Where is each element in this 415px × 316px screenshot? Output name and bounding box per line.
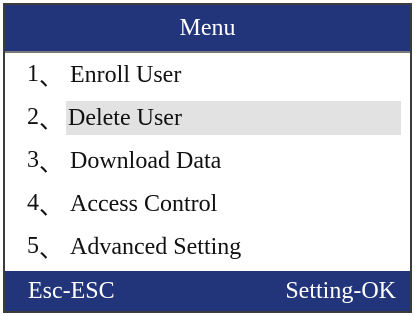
menu-item-label: Advanced Setting [70,233,242,260]
menu-item-advanced-setting[interactable]: 5 、 Advanced Setting [5,225,410,268]
page-title: Menu [179,14,236,41]
menu-item-separator: 、 [39,237,63,263]
esc-hint[interactable]: Esc-ESC [28,278,115,305]
menu-item-access-control[interactable]: 4 、 Access Control [5,182,410,225]
menu-item-number: 4 [27,190,39,216]
menu-item-label: Download Data [70,147,222,174]
menu-item-separator: 、 [39,65,63,91]
ok-hint[interactable]: Setting-OK [285,278,396,305]
menu-item-number: 1 [27,61,39,87]
menu-item-number: 3 [27,147,39,173]
menu-item-number: 2 [27,104,39,130]
menu-item-label: Enroll User [70,61,182,88]
menu-item-number: 5 [27,233,39,259]
menu-item-enroll-user[interactable]: 1 、 Enroll User [5,53,410,96]
menu-item-separator: 、 [39,194,63,220]
menu-item-separator: 、 [39,151,63,177]
menu-item-label: Delete User [66,100,401,135]
menu-item-separator: 、 [39,108,63,134]
menu-title-bar: Menu [5,5,410,53]
menu-item-delete-user[interactable]: 2 、 Delete User [5,96,410,139]
menu-item-download-data[interactable]: 3 、 Download Data [5,139,410,182]
menu-item-label: Access Control [70,190,218,217]
device-screen: Menu 1 、 Enroll User 2 、 Delete User 3 、… [3,3,412,313]
menu-list: 1 、 Enroll User 2 、 Delete User 3 、 Down… [5,53,410,268]
status-bar: Esc-ESC Setting-OK [5,271,410,311]
